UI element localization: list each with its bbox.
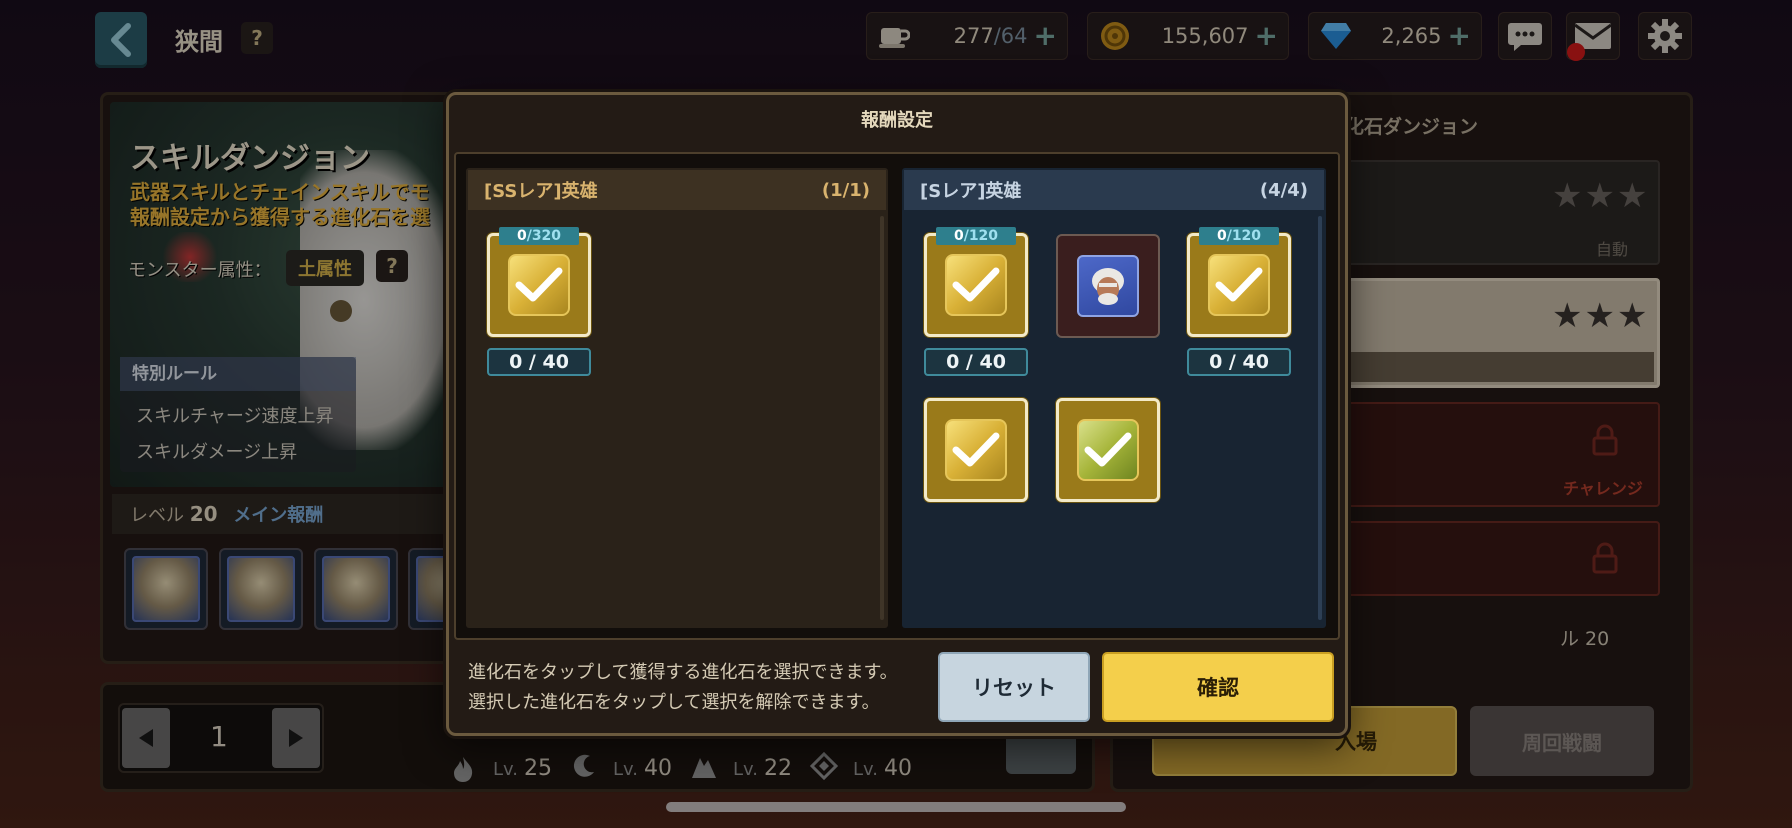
owned-count-tag: 0/320 [499, 227, 579, 245]
stone-progress: 0 / 40 [487, 348, 591, 376]
evolution-stone-icon [945, 254, 1007, 316]
hint-line: 進化石をタップして獲得する進化石を選択できます。 [468, 662, 898, 683]
reset-button[interactable]: リセット [938, 652, 1090, 722]
ss-rare-title: [SSレア]英雄 [484, 181, 598, 202]
s-scrollbar[interactable] [1318, 216, 1322, 620]
owned-count-tag: 0/120 [936, 227, 1016, 245]
stone-progress: 0 / 40 [924, 348, 1028, 376]
s-rare-count: (4/4) [1259, 179, 1308, 201]
evolution-stone-icon [1077, 419, 1139, 481]
hint-line: 選択した進化石をタップして選択を解除できます。 [468, 692, 880, 713]
checkmark-icon [1084, 432, 1132, 467]
modal-title: 報酬設定 [861, 110, 933, 131]
checkmark-icon [515, 267, 563, 302]
evolution-stone-selected[interactable] [1187, 233, 1291, 337]
evolution-stone-icon [945, 419, 1007, 481]
confirm-button[interactable]: 確認 [1102, 652, 1334, 722]
evolution-stone-icon [508, 254, 570, 316]
hero-portrait[interactable] [1056, 234, 1160, 338]
stone-progress: 0 / 40 [1187, 348, 1291, 376]
evolution-stone-icon [1208, 254, 1270, 316]
checkmark-icon [952, 267, 1000, 302]
ss-rare-header: [SSレア]英雄 (1/1) [468, 170, 886, 210]
ss-rare-count: (1/1) [821, 179, 870, 201]
hero-face-icon [1077, 255, 1139, 317]
evolution-stone-selected[interactable] [487, 233, 591, 337]
ss-scrollbar[interactable] [880, 216, 884, 620]
evolution-stone-selected[interactable] [924, 398, 1028, 502]
modal-hint-text: 進化石をタップして獲得する進化石を選択できます。 選択した進化石をタップして選択… [468, 658, 898, 718]
checkmark-icon [952, 432, 1000, 467]
owned-count-tag: 0/120 [1199, 227, 1279, 245]
evolution-stone-selected[interactable] [1056, 398, 1160, 502]
checkmark-icon [1215, 267, 1263, 302]
evolution-stone-selected[interactable] [924, 233, 1028, 337]
s-rare-header: [Sレア]英雄 (4/4) [904, 170, 1324, 210]
s-rare-title: [Sレア]英雄 [920, 181, 1022, 202]
